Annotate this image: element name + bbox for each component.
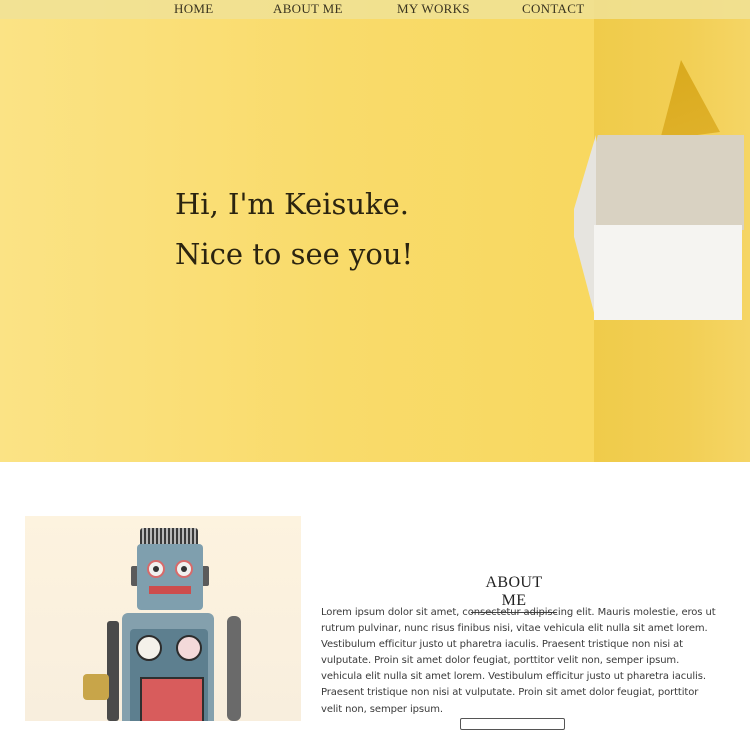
nav-item-my-works[interactable]: MY WORKS bbox=[397, 1, 470, 17]
robot-head bbox=[137, 544, 203, 610]
hero-section: HOME ABOUT ME MY WORKS CONTACT Hi, I'm K… bbox=[0, 0, 750, 462]
cube-front-face bbox=[594, 225, 742, 320]
about-more-button[interactable] bbox=[460, 718, 565, 730]
robot-arm-right bbox=[227, 616, 241, 721]
robot-panel bbox=[130, 629, 208, 721]
nav-item-about-me[interactable]: ABOUT ME bbox=[273, 1, 343, 17]
robot-gauge-right bbox=[176, 635, 202, 661]
cube-top-face bbox=[574, 135, 744, 230]
hero-wall-background bbox=[0, 0, 594, 462]
robot-antenna bbox=[140, 528, 198, 545]
robot-eye-right bbox=[175, 560, 193, 578]
robot-control-block bbox=[140, 677, 204, 721]
robot-gauge-left bbox=[136, 635, 162, 661]
top-navigation: HOME ABOUT ME MY WORKS CONTACT bbox=[0, 0, 750, 19]
robot-photo bbox=[25, 516, 301, 721]
robot-arm-left bbox=[107, 621, 119, 721]
robot-eye-left bbox=[147, 560, 165, 578]
hero-greeting-line2: Nice to see you! bbox=[175, 237, 414, 271]
about-description: Lorem ipsum dolor sit amet, consectetur … bbox=[321, 607, 716, 715]
robot-wind-key bbox=[83, 674, 109, 700]
hero-greeting-line1: Hi, I'm Keisuke. bbox=[175, 187, 409, 221]
robot-body bbox=[122, 613, 214, 721]
nav-item-contact[interactable]: CONTACT bbox=[522, 1, 584, 17]
nav-item-home[interactable]: HOME bbox=[174, 1, 213, 17]
robot-mouth bbox=[149, 586, 191, 594]
